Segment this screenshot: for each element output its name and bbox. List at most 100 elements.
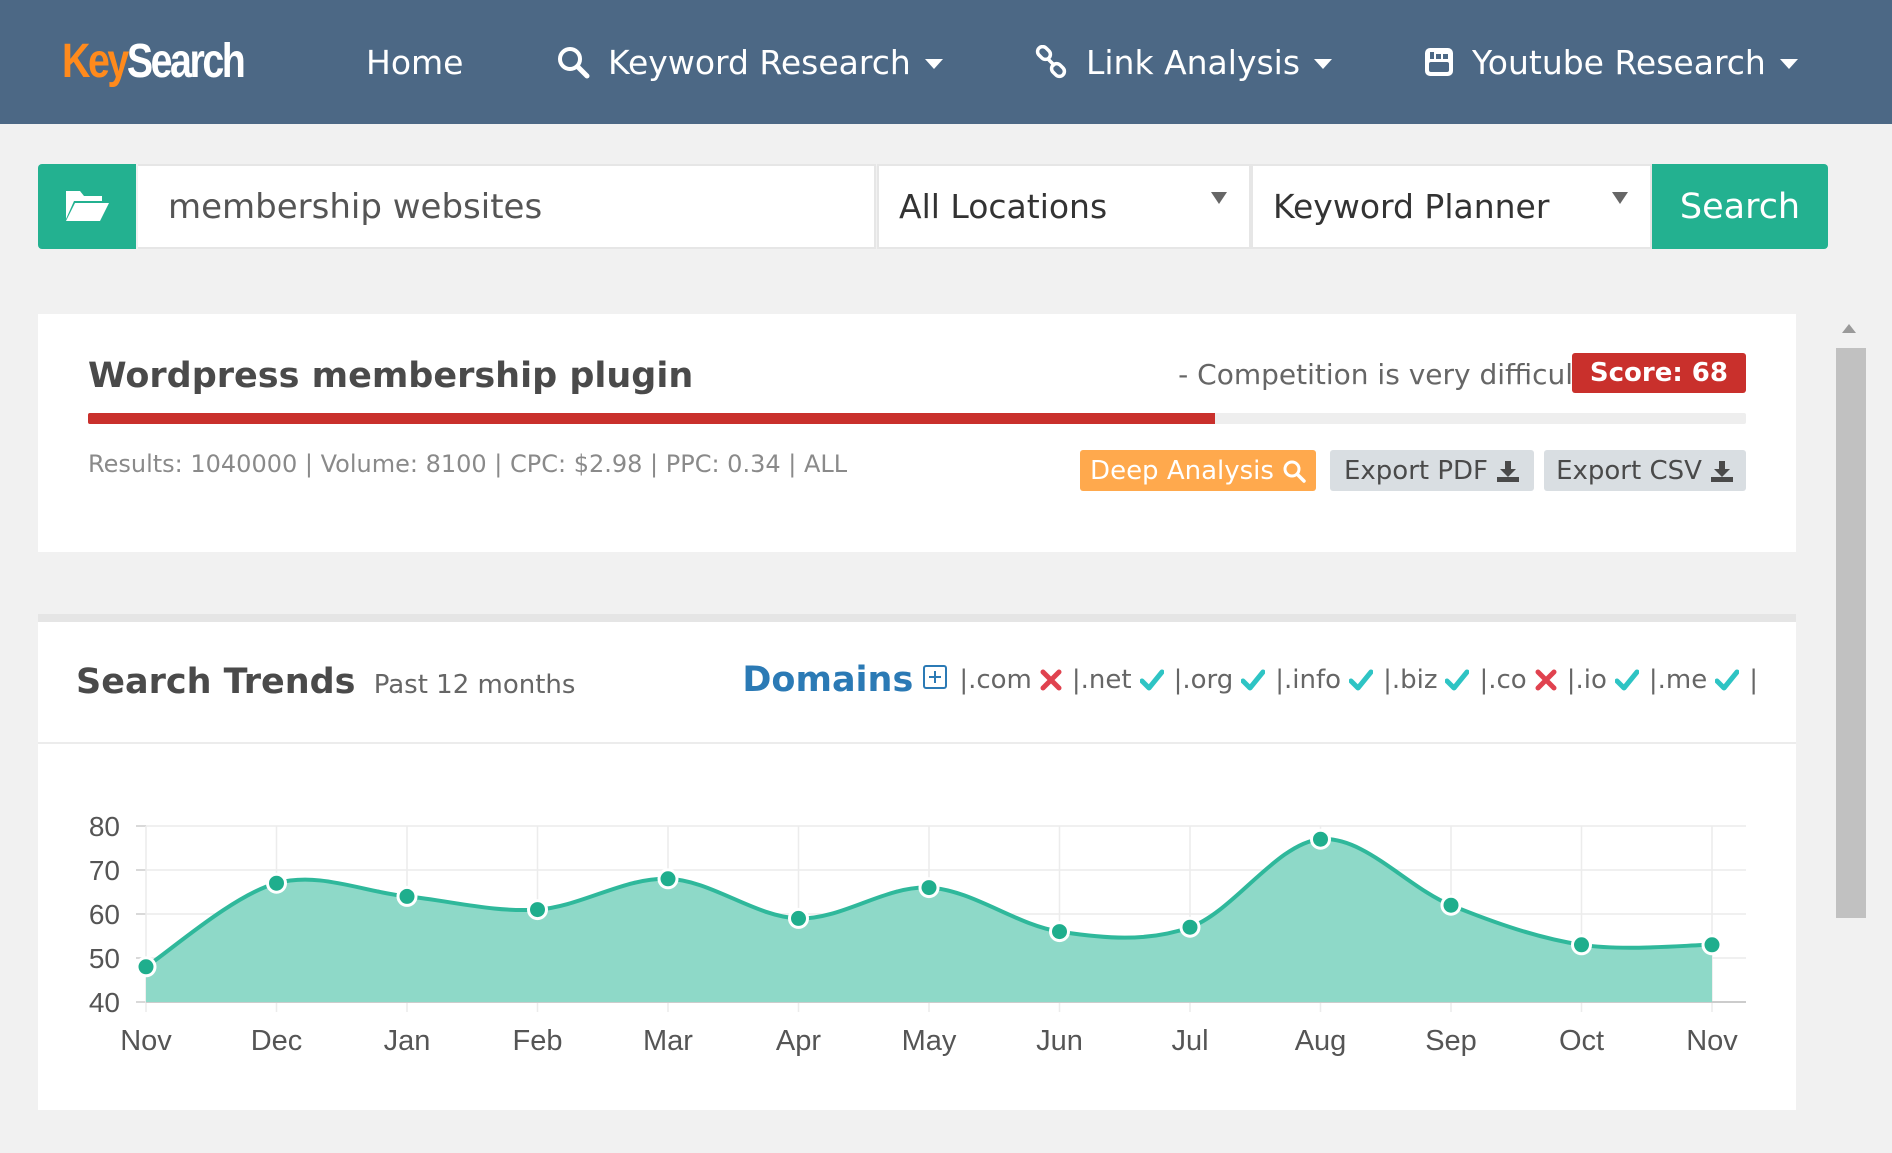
x-tick-label: Apr xyxy=(776,1025,821,1057)
domain-item: | .io xyxy=(1567,665,1649,695)
competition-text: - Competition is very difficult xyxy=(1178,358,1584,391)
export-pdf-button[interactable]: Export PDF xyxy=(1330,450,1534,491)
search-trends-subtitle: Past 12 months xyxy=(373,670,576,700)
difficulty-bar xyxy=(88,413,1746,424)
domain-separator: | xyxy=(1648,665,1658,695)
saved-lists-button[interactable] xyxy=(38,164,136,249)
domain-separator: | xyxy=(1071,665,1081,695)
logo-text-key: Key xyxy=(62,35,129,88)
download-icon xyxy=(1496,459,1520,483)
x-tick-label: Nov xyxy=(1686,1025,1738,1057)
domain-label: .io xyxy=(1575,665,1607,695)
scrollbar-thumb[interactable] xyxy=(1836,348,1866,918)
domain-separator: | xyxy=(1383,665,1392,695)
keyword-difficulty-card: Wordpress membership plugin - Competitio… xyxy=(38,314,1796,552)
trend-point xyxy=(918,877,940,899)
nav-keyword-research[interactable]: Keyword Research xyxy=(556,32,943,92)
keyword-input[interactable] xyxy=(138,164,876,249)
trend-point xyxy=(396,885,418,907)
trend-point xyxy=(1179,916,1201,938)
nav-link-analysis[interactable]: Link Analysis xyxy=(1034,32,1333,92)
domain-label: .co xyxy=(1488,665,1527,695)
nav-youtube-research-label: Youtube Research xyxy=(1472,42,1766,82)
x-tick-label: Nov xyxy=(120,1025,172,1057)
x-tick-label: Feb xyxy=(513,1025,563,1057)
difficulty-bar-fill xyxy=(88,413,1216,424)
x-tick-label: Jan xyxy=(384,1025,431,1057)
deep-analysis-button[interactable]: Deep Analysis xyxy=(1080,450,1316,491)
domain-separator: | xyxy=(959,665,969,695)
domain-label: .net xyxy=(1080,665,1132,695)
search-icon xyxy=(1282,459,1306,483)
trend-point xyxy=(1701,934,1723,956)
trend-point xyxy=(657,868,679,890)
keysearch-logo[interactable]: KeySearch xyxy=(62,34,246,90)
nav-keyword-research-label: Keyword Research xyxy=(608,42,911,82)
dropdown-arrow-icon xyxy=(1211,192,1227,204)
y-tick-label: 50 xyxy=(89,943,120,974)
trend-point xyxy=(135,956,157,978)
domain-item: | .me xyxy=(1649,665,1749,695)
trend-point xyxy=(1571,934,1592,956)
check-icon xyxy=(1614,669,1639,691)
x-tick-label: Sep xyxy=(1425,1025,1477,1057)
x-tick-label: Mar xyxy=(643,1025,693,1057)
nav-home[interactable]: Home xyxy=(366,32,463,92)
youtube-icon xyxy=(1424,47,1454,77)
check-icon xyxy=(1241,669,1266,691)
domain-label: .org xyxy=(1182,665,1234,695)
domain-item: | .co xyxy=(1479,665,1566,695)
search-button[interactable]: Search xyxy=(1652,164,1828,249)
y-tick-label: 40 xyxy=(89,987,120,1018)
scroll-up-arrow-icon[interactable] xyxy=(1842,324,1856,333)
check-icon xyxy=(1139,669,1164,691)
logo-text-search: Search xyxy=(126,35,246,88)
expand-plus-icon[interactable] xyxy=(923,665,948,689)
link-icon xyxy=(1034,45,1068,79)
trend-point xyxy=(1440,894,1462,916)
search-trends-title: Search Trends Past 12 months xyxy=(76,662,575,702)
domain-separator: | xyxy=(1566,665,1576,695)
download-icon xyxy=(1710,459,1734,483)
nav-youtube-research[interactable]: Youtube Research xyxy=(1424,32,1798,92)
chevron-down-icon xyxy=(1779,59,1798,69)
export-csv-button[interactable]: Export CSV xyxy=(1544,450,1746,491)
domain-separator: | xyxy=(1275,665,1285,695)
domain-label: .me xyxy=(1657,665,1708,695)
domain-item: | .biz xyxy=(1383,665,1479,695)
trend-point xyxy=(1310,828,1331,850)
deep-analysis-label: Deep Analysis xyxy=(1090,455,1274,486)
check-icon xyxy=(1445,669,1470,691)
x-tick-label: Oct xyxy=(1559,1025,1604,1057)
data-source-select[interactable]: Keyword Planner xyxy=(1251,164,1652,249)
domain-item: | .com xyxy=(959,665,1072,695)
y-tick-label: 70 xyxy=(89,855,120,886)
dropdown-arrow-icon xyxy=(1612,192,1628,204)
cross-icon xyxy=(1040,669,1062,691)
search-trends-chart: 40 50 60 70 80 Nov Dec Jan Feb Mar Apr May Jun Jul Aug… xyxy=(89,811,1746,1057)
domain-item: | .net xyxy=(1072,665,1174,695)
x-tick-label: Jul xyxy=(1171,1025,1208,1057)
search-icon xyxy=(556,45,590,79)
chevron-down-icon xyxy=(1314,59,1333,69)
x-tick-label: Dec xyxy=(251,1025,303,1057)
check-icon xyxy=(1349,669,1374,691)
domain-label: .com xyxy=(968,665,1032,695)
domain-label: .info xyxy=(1284,665,1342,695)
domain-item: | .info xyxy=(1275,665,1383,695)
x-tick-label: May xyxy=(902,1025,957,1057)
y-tick-label: 60 xyxy=(89,899,120,930)
export-pdf-label: Export PDF xyxy=(1343,455,1489,486)
domains-link[interactable]: Domains xyxy=(742,660,913,700)
search-trends-title-text: Search Trends xyxy=(76,662,356,702)
y-tick-label: 80 xyxy=(89,811,120,842)
top-navbar: KeySearch Home Keyword Research Link Ana… xyxy=(0,0,1892,124)
trend-point xyxy=(788,907,809,929)
nav-link-analysis-label: Link Analysis xyxy=(1086,42,1301,82)
keyword-title: Wordpress membership plugin xyxy=(88,356,694,396)
domain-separator: | xyxy=(1173,665,1183,695)
trend-point xyxy=(527,899,548,921)
domain-label: .biz xyxy=(1391,665,1438,695)
location-select[interactable]: All Locations xyxy=(877,164,1251,249)
keyword-stats: Results: 1040000 | Volume: 8100 | CPC: $… xyxy=(88,450,848,478)
